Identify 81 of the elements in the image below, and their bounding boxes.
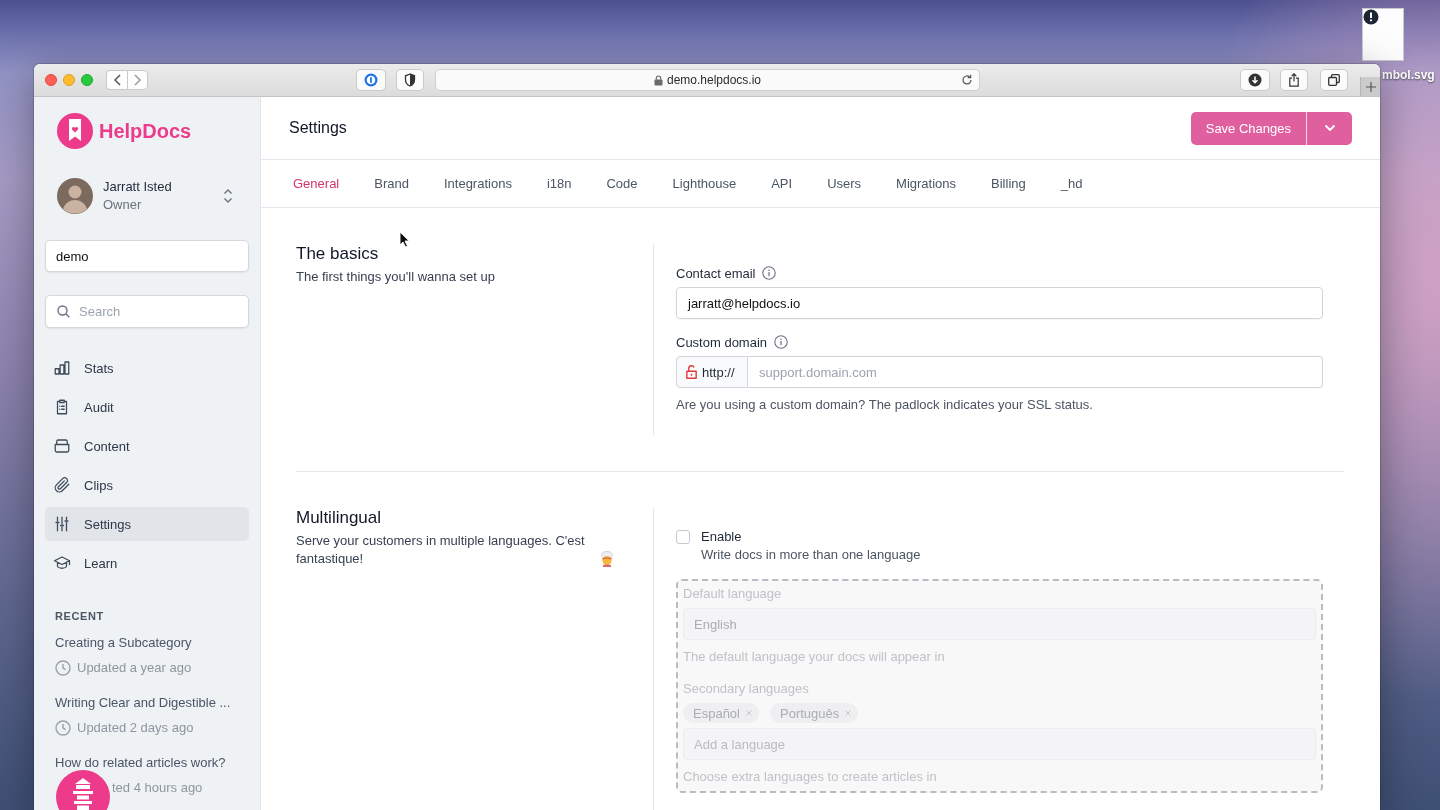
- info-icon[interactable]: [762, 266, 777, 280]
- lock-icon: [653, 74, 663, 86]
- avatar: [57, 178, 93, 214]
- tab[interactable]: _hd: [1060, 174, 1083, 193]
- section-heading: RECENT: [54, 609, 104, 623]
- user-name: Jarratt Isted: [103, 178, 172, 196]
- tab[interactable]: i18n: [546, 174, 572, 193]
- chevron-left-icon: [113, 74, 121, 86]
- field-label: Secondary languages: [683, 681, 809, 697]
- tab[interactable]: Billing: [991, 174, 1026, 193]
- nav-item[interactable]: Content: [45, 429, 249, 463]
- info-icon[interactable]: [774, 335, 789, 349]
- download-button[interactable]: [1240, 69, 1270, 91]
- share-icon: [1287, 73, 1301, 87]
- nav-item[interactable]: Audit: [45, 390, 249, 424]
- chevron-up-down-icon[interactable]: [223, 188, 233, 204]
- brand-name: HelpDocs: [99, 119, 192, 143]
- recent-article-link[interactable]: Writing Clear and Digestible ...: [55, 694, 231, 712]
- section-title: Multilingual: [296, 508, 383, 528]
- shield-icon: [403, 73, 417, 87]
- page-title: Settings: [289, 119, 347, 137]
- tab[interactable]: Migrations: [896, 174, 957, 193]
- updated-time: Updated 2 days ago: [77, 719, 194, 737]
- tab[interactable]: General: [293, 174, 340, 193]
- checkbox[interactable]: [676, 530, 690, 544]
- shield-button[interactable]: [396, 69, 424, 91]
- plus-icon: [1365, 81, 1376, 92]
- tab[interactable]: Code: [606, 174, 638, 193]
- help-text: Write docs in more than one language: [701, 546, 921, 564]
- updated-time: ted 4 hours ago: [112, 779, 203, 797]
- nav-item[interactable]: Stats: [45, 351, 249, 385]
- tab[interactable]: Lighthouse: [672, 174, 737, 193]
- chevron-down-icon: [1323, 122, 1336, 134]
- share-button[interactable]: [1280, 69, 1308, 91]
- help-widget-button[interactable]: [56, 770, 110, 810]
- tower-icon: [73, 778, 93, 810]
- file-label: mbol.svg: [1382, 68, 1435, 83]
- user-role: Owner: [103, 196, 142, 214]
- recent-article-link[interactable]: Creating a Subcategory: [55, 634, 192, 652]
- tab[interactable]: Brand: [374, 174, 409, 193]
- updated-time: Updated a year ago: [77, 659, 192, 677]
- back-button[interactable]: [106, 70, 127, 90]
- section-title: The basics: [296, 244, 380, 264]
- field-label: Custom domain: [676, 334, 768, 350]
- email-field[interactable]: jarratt@helpdocs.io: [676, 287, 1323, 319]
- new-tab-button[interactable]: [1360, 77, 1380, 96]
- chef-emoji-icon: [600, 551, 614, 567]
- address-field[interactable]: demo.helpdocs.io: [435, 69, 980, 91]
- zoom-icon[interactable]: [81, 74, 93, 86]
- tabs-button[interactable]: [1320, 69, 1348, 91]
- nav-item[interactable]: Settings: [45, 507, 249, 541]
- paperclip-icon: [53, 476, 71, 494]
- tab[interactable]: Integrations: [443, 174, 512, 193]
- download-icon: [1248, 73, 1262, 87]
- workspace-field[interactable]: demo: [45, 240, 249, 272]
- sliders-icon: [53, 515, 71, 533]
- tab[interactable]: Users: [827, 174, 862, 193]
- recent-article-link[interactable]: How do related articles work?: [55, 754, 226, 772]
- nav-item[interactable]: Learn: [45, 546, 249, 580]
- tray-icon: [53, 437, 71, 455]
- help-text: Are you using a custom domain? The padlock indicates your SSL status.: [676, 396, 1094, 414]
- cursor-icon: [399, 231, 410, 248]
- tab[interactable]: API: [771, 174, 793, 193]
- tabs-icon: [1328, 74, 1340, 86]
- section-description: The first things you'll wanna set up: [296, 268, 497, 286]
- section-description: Serve your customers in multiple languages. C'est fantastique!: [296, 532, 586, 568]
- file-icon[interactable]: [1362, 8, 1404, 61]
- chevron-right-icon: [134, 74, 141, 86]
- field-label: Default language: [683, 586, 782, 602]
- extension-button[interactable]: [356, 69, 386, 91]
- keyhole-icon: [364, 73, 378, 87]
- graduation-cap-icon: [53, 554, 71, 572]
- field-label: Contact email: [676, 265, 756, 281]
- close-icon[interactable]: [45, 74, 57, 86]
- search-icon: [57, 305, 70, 318]
- nav-item[interactable]: Clips: [45, 468, 249, 502]
- protocol-button[interactable]: http://: [676, 356, 748, 388]
- bar-chart-icon: [53, 359, 71, 377]
- reload-icon[interactable]: [961, 74, 973, 86]
- checkbox-label: Enable: [701, 528, 742, 546]
- logo-icon: [57, 113, 93, 149]
